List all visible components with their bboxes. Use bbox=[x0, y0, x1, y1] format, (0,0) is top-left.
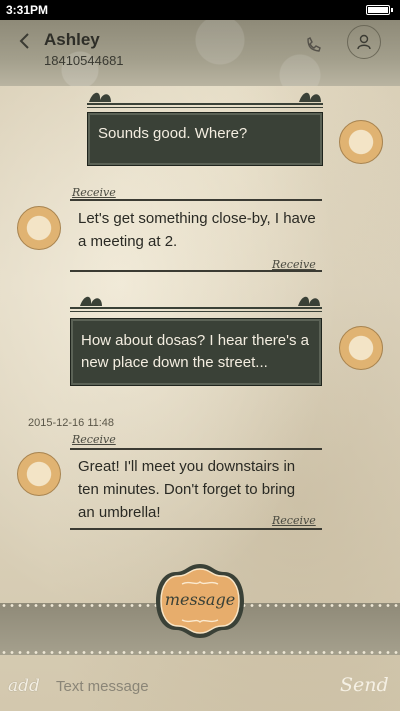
person-icon bbox=[357, 34, 371, 50]
bubble-ornament bbox=[87, 90, 323, 112]
leaf-ornament-icon bbox=[299, 92, 321, 102]
message-badge-button[interactable]: message bbox=[152, 562, 248, 640]
message-line: How about dosas? I hear there's a bbox=[81, 332, 310, 349]
contact-avatar[interactable] bbox=[17, 206, 61, 250]
divider bbox=[70, 199, 322, 201]
receive-label: Receive bbox=[72, 186, 116, 199]
message-line: ten minutes. Don't forget to bring bbox=[78, 481, 296, 498]
my-avatar[interactable] bbox=[339, 326, 383, 370]
message-line: Let's get something close-by, I have bbox=[78, 210, 316, 227]
add-attachment-button[interactable]: add bbox=[8, 676, 40, 696]
chevron-left-icon bbox=[19, 33, 29, 49]
contact-avatar[interactable] bbox=[17, 452, 61, 496]
conversation-header: Ashley 18410544681 bbox=[0, 20, 400, 86]
message-line: a meeting at 2. bbox=[78, 233, 178, 250]
message-input[interactable] bbox=[56, 672, 316, 700]
dotted-divider bbox=[0, 651, 400, 654]
received-message-text[interactable]: Let's get something close-by, I have a m… bbox=[78, 207, 323, 253]
message-text: Sounds good. Where? bbox=[98, 125, 248, 142]
receive-label: Receive bbox=[272, 514, 316, 527]
sent-message-bubble[interactable]: Sounds good. Where? bbox=[87, 112, 323, 166]
contact-profile-button[interactable] bbox=[347, 25, 381, 59]
receive-label: Receive bbox=[72, 433, 116, 446]
status-bar: 3:31PM bbox=[0, 0, 400, 20]
contact-name: Ashley bbox=[44, 30, 100, 49]
leaf-ornament-icon bbox=[298, 296, 320, 306]
contact-number: 18410544681 bbox=[44, 53, 124, 68]
bubble-ornament bbox=[70, 294, 322, 316]
divider bbox=[70, 270, 322, 272]
back-button[interactable] bbox=[14, 28, 36, 54]
divider bbox=[70, 448, 322, 450]
call-button[interactable] bbox=[300, 32, 326, 58]
my-avatar[interactable] bbox=[339, 120, 383, 164]
sent-message-bubble[interactable]: How about dosas? I hear there's a new pl… bbox=[70, 318, 322, 386]
message-badge-label: message bbox=[164, 590, 236, 609]
message-line: new place down the street... bbox=[81, 354, 268, 371]
send-button[interactable]: Send bbox=[340, 674, 389, 696]
battery-icon bbox=[366, 5, 393, 15]
leaf-ornament-icon bbox=[80, 296, 102, 306]
message-line: Great! I'll meet you downstairs in bbox=[78, 458, 296, 475]
status-time: 3:31PM bbox=[6, 3, 49, 17]
message-timestamp: 2015-12-16 11:48 bbox=[28, 417, 115, 429]
composer-bar: add Send bbox=[0, 660, 400, 711]
leaf-ornament-icon bbox=[89, 92, 111, 102]
divider bbox=[70, 528, 322, 530]
phone-icon bbox=[307, 37, 321, 52]
